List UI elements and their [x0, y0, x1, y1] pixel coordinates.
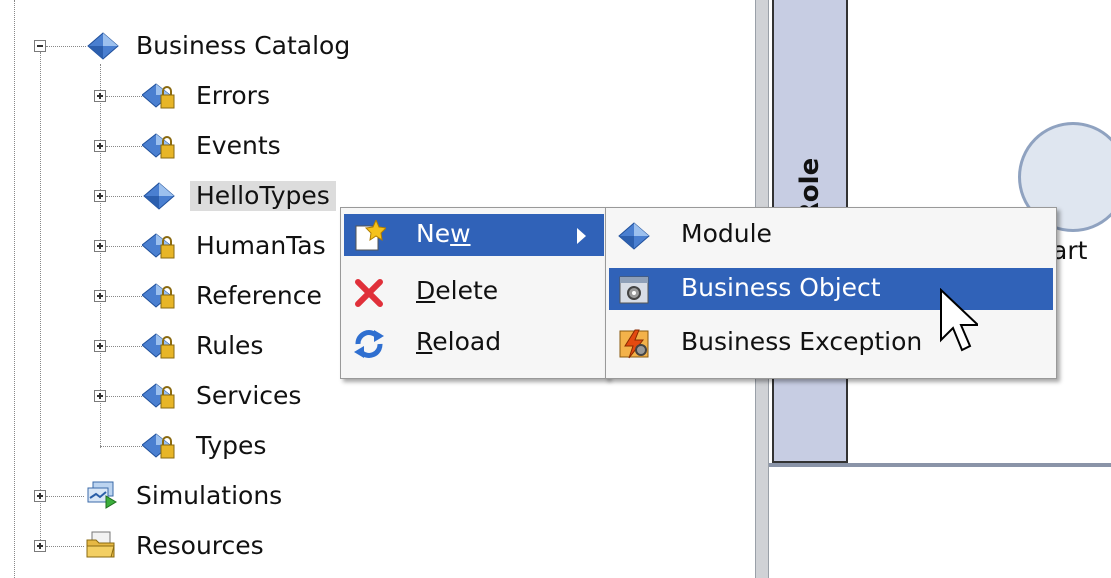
tree-item-services[interactable]: Services	[0, 376, 320, 416]
collapse-toggle-icon[interactable]	[34, 40, 46, 52]
tree-item-label: Resources	[136, 531, 264, 560]
tree-item-label: Types	[196, 431, 267, 460]
tree-connector-line	[46, 496, 84, 497]
delete-icon	[355, 279, 383, 307]
expand-toggle-icon[interactable]	[94, 340, 106, 352]
tree-item-rules[interactable]: Rules	[0, 326, 320, 366]
tree-item-resources[interactable]: Resources	[0, 526, 320, 566]
expand-toggle-icon[interactable]	[94, 240, 106, 252]
simulations-icon	[87, 481, 117, 509]
locked-module-icon	[142, 383, 175, 409]
tree-item-business-catalog[interactable]: Business Catalog	[0, 26, 420, 66]
locked-module-icon	[142, 233, 175, 259]
module-icon	[143, 182, 175, 210]
locked-module-icon	[142, 83, 175, 109]
business-catalog-icon	[87, 32, 119, 60]
menu-item-label: Reload	[416, 327, 502, 356]
menu-item-delete[interactable]: Delete	[344, 271, 604, 313]
tree-connector-line	[100, 446, 142, 447]
expand-toggle-icon[interactable]	[34, 490, 46, 502]
tree-connector-line	[106, 296, 142, 297]
tree-item-label: Reference	[196, 281, 322, 310]
locked-module-icon	[142, 433, 175, 459]
tree-item-references[interactable]: Reference	[0, 276, 340, 316]
menu-item-label: Business Exception	[681, 327, 923, 356]
locked-module-icon	[142, 333, 175, 359]
tree-item-humantasks[interactable]: HumanTas	[0, 226, 340, 266]
tree-item-label: HumanTas	[196, 231, 326, 260]
menu-item-business-object[interactable]: Business Object	[609, 268, 1053, 310]
expand-toggle-icon[interactable]	[34, 540, 46, 552]
expand-toggle-icon[interactable]	[94, 90, 106, 102]
tree-item-errors[interactable]: Errors	[0, 76, 320, 116]
expand-toggle-icon[interactable]	[94, 290, 106, 302]
tree-item-label: HelloTypes	[190, 181, 336, 211]
tree-connector-line	[106, 96, 142, 97]
module-icon	[618, 222, 650, 250]
tree-connector-line	[106, 246, 142, 247]
menu-item-label: Business Object	[681, 273, 881, 302]
tree-connector-line	[106, 146, 142, 147]
menu-item-reload[interactable]: Reload	[344, 322, 604, 364]
start-event-label: art	[1052, 236, 1088, 265]
tree-item-label: Business Catalog	[136, 31, 351, 60]
business-object-icon	[619, 276, 649, 304]
expand-toggle-icon[interactable]	[94, 390, 106, 402]
tree-item-label: Errors	[196, 81, 270, 110]
resources-folder-icon	[86, 531, 115, 558]
tree-connector-line	[46, 46, 86, 47]
locked-module-icon	[142, 133, 175, 159]
tree-item-label: Rules	[196, 331, 264, 360]
tree-connector-line	[46, 546, 84, 547]
menu-item-label: Module	[681, 219, 772, 248]
tree-item-hellotypes[interactable]: HelloTypes	[0, 176, 360, 216]
new-submenu: Module Business Object Business Exceptio…	[605, 207, 1057, 379]
tree-connector-line	[106, 346, 142, 347]
context-menu: New Delete Reload	[340, 207, 608, 379]
mouse-pointer-icon	[940, 288, 978, 352]
reload-icon	[354, 330, 384, 358]
new-icon	[355, 220, 386, 251]
menu-item-label: Delete	[416, 276, 499, 305]
tree-connector-line	[106, 196, 142, 197]
tree-item-simulations[interactable]: Simulations	[0, 476, 320, 516]
menu-item-new[interactable]: New	[344, 214, 604, 256]
tree-item-types[interactable]: Types	[0, 426, 320, 466]
business-exception-icon	[619, 329, 649, 359]
submenu-arrow-icon	[577, 228, 586, 244]
expand-toggle-icon[interactable]	[94, 190, 106, 202]
menu-item-label: New	[416, 219, 471, 248]
screen: Business Catalog Errors Events HelloType…	[0, 0, 1111, 578]
menu-item-business-exception[interactable]: Business Exception	[609, 322, 1053, 364]
tree-item-events[interactable]: Events	[0, 126, 320, 166]
tree-connector-line	[106, 396, 142, 397]
tree-item-label: Services	[196, 381, 302, 410]
lane-divider	[769, 463, 1111, 467]
locked-module-icon	[142, 283, 175, 309]
tree-item-label: Simulations	[136, 481, 283, 510]
tree-item-label: Events	[196, 131, 281, 160]
menu-item-module[interactable]: Module	[609, 214, 1053, 256]
expand-toggle-icon[interactable]	[94, 140, 106, 152]
